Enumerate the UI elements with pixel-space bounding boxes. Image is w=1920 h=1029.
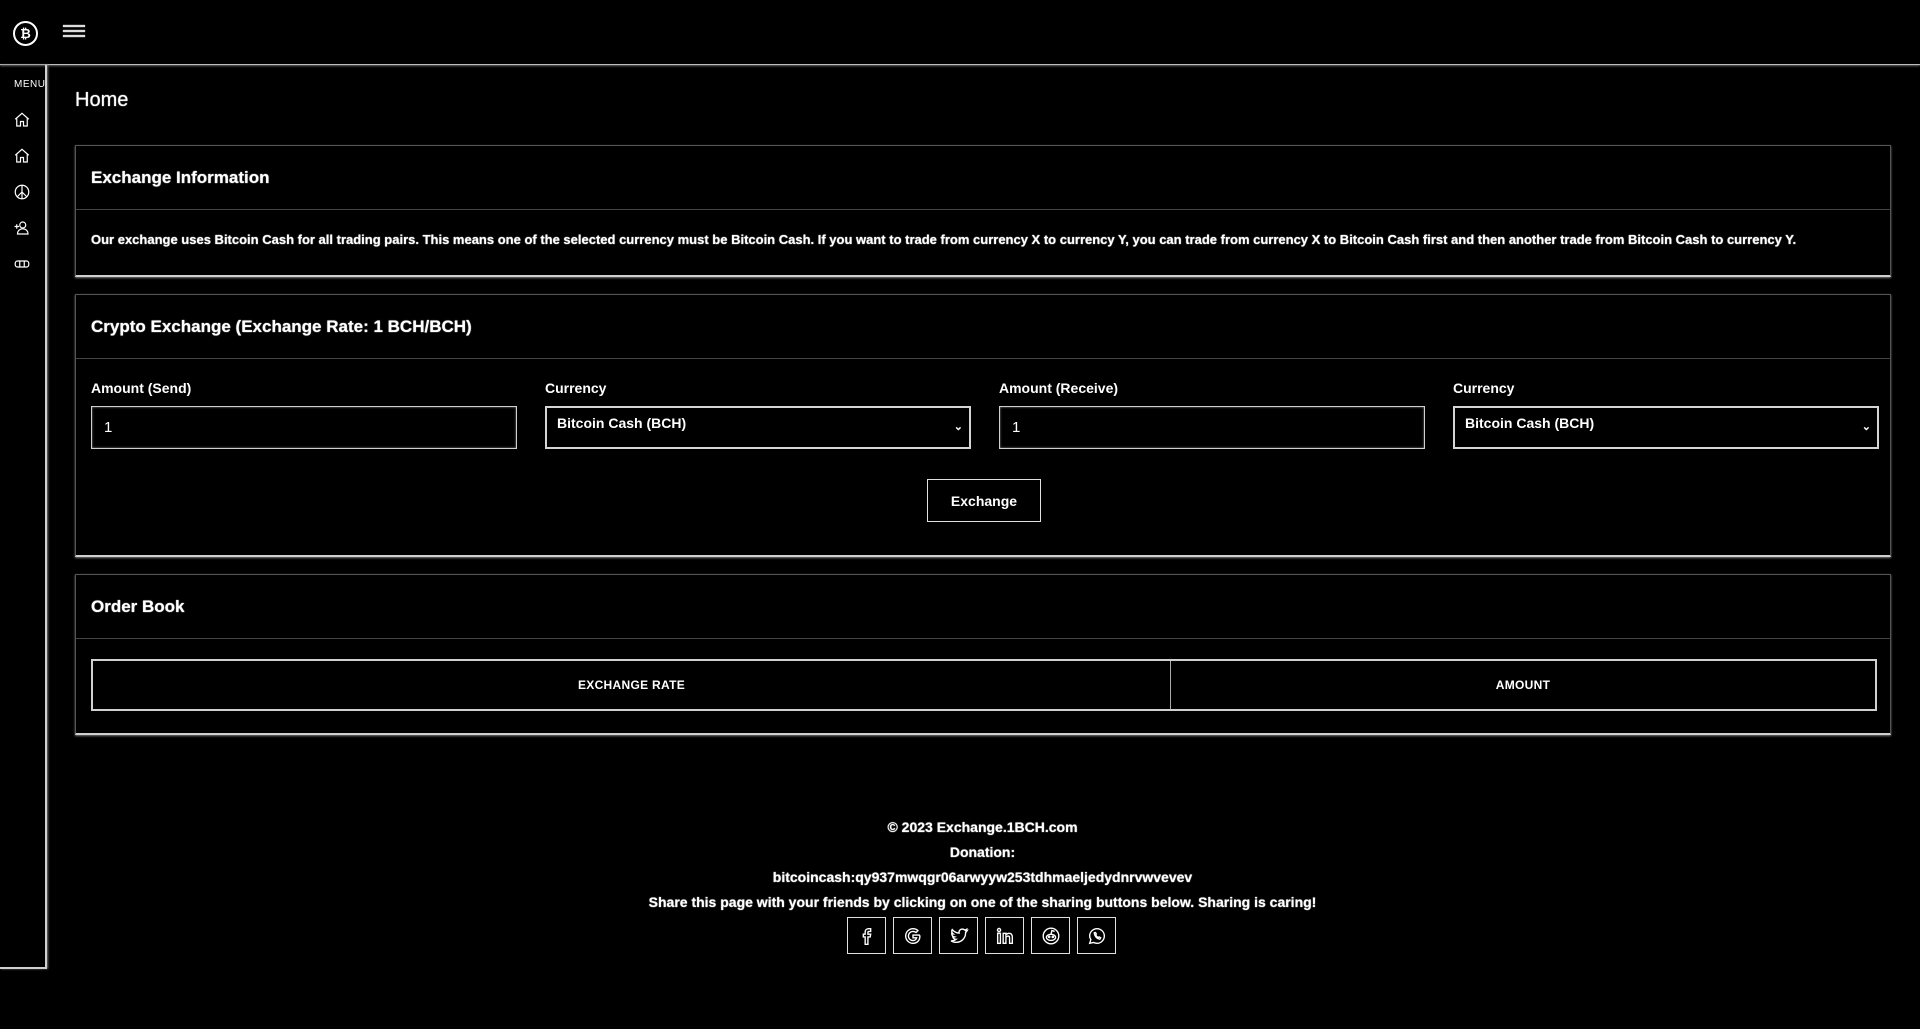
currency-receive-select[interactable]: Bitcoin Cash (BCH) ⌄ [1453,406,1879,449]
currency-receive-group: Currency Bitcoin Cash (BCH) ⌄ [1453,380,1879,449]
peace-icon [14,184,30,200]
home-icon [14,112,30,127]
exchange-info-title: Exchange Information [76,146,1890,210]
column-header-exchange-rate[interactable]: EXCHANGE RATE [93,661,1171,709]
share-text: Share this page with your friends by cli… [648,894,1317,910]
currency-send-label: Currency [545,380,607,396]
share-twitter-button[interactable] [939,917,978,954]
home-icon [14,148,30,163]
reddit-icon [1042,927,1059,944]
order-book-table: EXCHANGE RATE AMOUNT [91,659,1877,711]
logo-glyph: ₿ [20,26,31,41]
exchange-info-text: Our exchange uses Bitcoin Cash for all t… [91,232,1797,247]
exchange-info-card: Exchange Information Our exchange uses B… [75,145,1891,277]
ticket-icon [14,260,30,268]
add-user-icon [14,221,29,235]
amount-receive-input[interactable]: 1 [999,406,1425,449]
order-book-card: Order Book EXCHANGE RATE AMOUNT [75,574,1891,735]
sidebar-item-peace[interactable] [12,182,32,202]
sidebar-item-add-user[interactable] [12,218,32,238]
column-header-amount[interactable]: AMOUNT [1171,661,1875,709]
amount-receive-label: Amount (Receive) [999,380,1119,396]
linkedin-icon [996,927,1013,944]
crypto-exchange-title: Crypto Exchange (Exchange Rate: 1 BCH/BC… [76,295,1890,359]
amount-receive-group: Amount (Receive) 1 [999,380,1425,449]
currency-send-select[interactable]: Bitcoin Cash (BCH) ⌄ [545,406,971,449]
google-icon [904,927,921,944]
share-facebook-button[interactable] [847,917,886,954]
chevron-down-icon: ⌄ [953,421,963,433]
facebook-icon [862,927,871,945]
top-bar: ₿ [0,0,1920,65]
twitter-icon [950,927,969,943]
crypto-exchange-card: Crypto Exchange (Exchange Rate: 1 BCH/BC… [75,294,1891,557]
donation-label: Donation: [949,844,1016,860]
sidebar-item-home-2[interactable] [12,146,32,166]
amount-send-group: Amount (Send) 1 [91,380,517,449]
bitcoin-logo-icon[interactable]: ₿ [13,21,38,46]
sidebar-menu-label: MENU [14,79,46,90]
currency-send-group: Currency Bitcoin Cash (BCH) ⌄ [545,380,971,449]
currency-receive-label: Currency [1453,380,1515,396]
share-google-button[interactable] [893,917,932,954]
share-whatsapp-button[interactable] [1077,917,1116,954]
share-reddit-button[interactable] [1031,917,1070,954]
donation-address: bitcoincash:qy937mwqgr06arwyyw253tdhmael… [772,869,1193,885]
order-book-title: Order Book [76,575,1890,639]
hamburger-menu-icon[interactable] [63,25,85,41]
exchange-button[interactable]: Exchange [927,479,1041,522]
amount-send-label: Amount (Send) [91,380,192,396]
currency-receive-value: Bitcoin Cash (BCH) [1465,415,1595,431]
share-linkedin-button[interactable] [985,917,1024,954]
footer: © 2023 Exchange.1BCH.com Donation: bitco… [0,815,1920,915]
sidebar-item-ticket[interactable] [12,254,32,274]
sidebar-item-home[interactable] [12,110,32,130]
chevron-down-icon: ⌄ [1861,421,1871,433]
amount-send-input[interactable]: 1 [91,406,517,449]
share-buttons [847,917,1116,954]
copyright-text: © 2023 Exchange.1BCH.com [887,819,1078,835]
page-title: Home [75,89,129,111]
whatsapp-icon [1088,927,1105,944]
currency-send-value: Bitcoin Cash (BCH) [557,415,687,431]
